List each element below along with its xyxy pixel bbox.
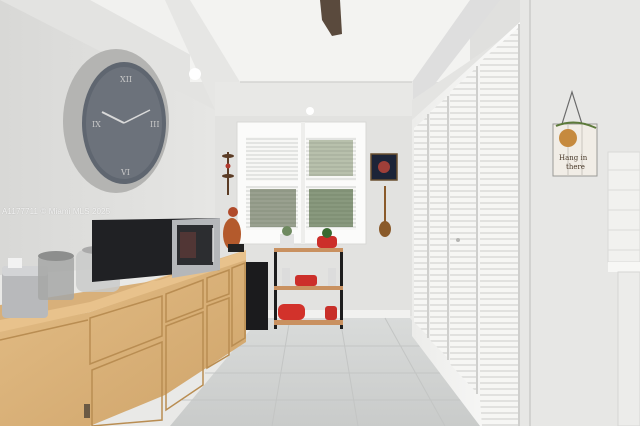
trash-bin [246, 262, 268, 330]
svg-text:IX: IX [92, 120, 101, 129]
svg-text:III: III [150, 120, 159, 129]
recessed-light [189, 68, 201, 80]
sign-line-2: there [566, 163, 585, 171]
glass-canister [38, 251, 74, 300]
recessed-light [306, 107, 314, 115]
wall-clock: XII III VI IX [63, 49, 169, 193]
svg-text:XII: XII [120, 75, 132, 84]
mls-watermark: A1177711 © Miami MLS 2025 [2, 207, 111, 216]
window [236, 121, 367, 245]
sign-line-1: Hang in [559, 154, 588, 162]
kitchen-hallway-photo: XII III VI IX Hang in there A1177711 © M… [0, 0, 640, 426]
svg-text:VI: VI [120, 168, 130, 177]
microwave [92, 218, 220, 282]
